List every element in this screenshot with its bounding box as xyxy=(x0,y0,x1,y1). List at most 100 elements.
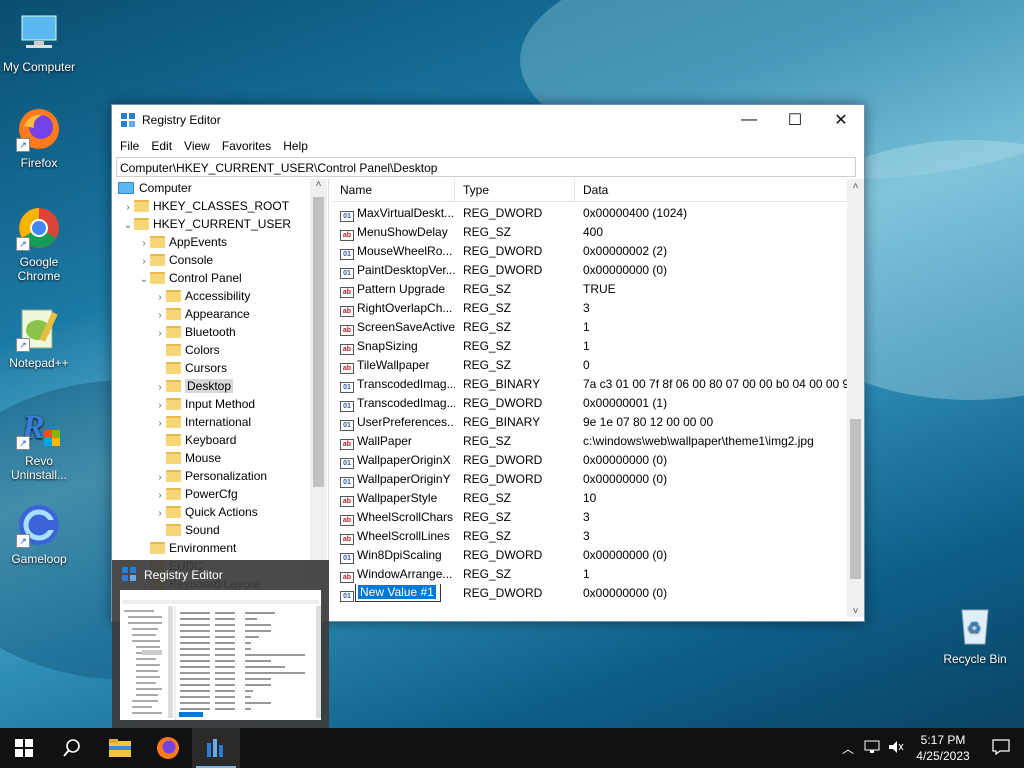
search-button[interactable] xyxy=(48,728,96,768)
values-scrollbar[interactable]: ˄ ˅ xyxy=(847,179,864,617)
rename-input[interactable]: New Value #1 xyxy=(355,584,441,602)
value-type: REG_SZ xyxy=(463,282,512,296)
tree-pane[interactable]: Computer › HKEY_CLASSES_ROOT ⌄ HKEY_CURRENT_… xyxy=(112,179,329,621)
address-bar[interactable]: Computer\HKEY_CURRENT_USER\Control Panel… xyxy=(116,157,856,177)
desktop-icon-recycle-bin[interactable]: ♻ Recycle Bin xyxy=(937,602,1013,666)
string-value-icon: ab xyxy=(340,306,354,317)
value-row[interactable]: 01 MaxVirtualDeskt... REG_DWORD 0x00000400 … xyxy=(332,204,847,223)
tree-node[interactable]: Cursors xyxy=(154,359,227,377)
maximize-button[interactable]: ☐ xyxy=(772,105,818,135)
taskbar-thumbnail-preview[interactable]: Registry Editor xyxy=(112,560,329,728)
registry-editor-window[interactable]: Registry Editor — ☐ ✕ File Edit View Fav… xyxy=(111,104,865,622)
show-hidden-icons-chevron-icon[interactable]: ︿ xyxy=(836,740,860,757)
tree-node[interactable]: Keyboard xyxy=(154,431,236,449)
tree-node-label: Control Panel xyxy=(169,271,242,285)
value-row[interactable]: 01 Win8DpiScaling REG_DWORD 0x00000000 (0) xyxy=(332,546,847,565)
tree-node[interactable]: Mouse xyxy=(154,449,221,467)
value-row[interactable]: 01 New Value #1 REG_DWORD 0x00000000 (0) xyxy=(332,584,847,603)
tree-node[interactable]: › PowerCfg xyxy=(154,485,237,503)
start-button[interactable] xyxy=(0,728,48,768)
value-row[interactable]: ab WheelScrollChars REG_SZ 3 xyxy=(332,508,847,527)
value-row[interactable]: ab TileWallpaper REG_SZ 0 xyxy=(332,356,847,375)
tree-node[interactable]: ⌄ HKEY_CURRENT_USER xyxy=(122,215,291,233)
value-row[interactable]: 01 TranscodedImag... REG_BINARY 7a c3 01 00… xyxy=(332,375,847,394)
scroll-up-icon[interactable]: ˄ xyxy=(310,179,327,190)
tree-node[interactable]: Environment xyxy=(138,539,236,557)
tree-node[interactable]: › Quick Actions xyxy=(154,503,257,521)
taskbar-firefox[interactable] xyxy=(144,728,192,768)
tree-node[interactable]: › International xyxy=(154,413,251,431)
desktop-icon-notepadpp[interactable]: ↗ Notepad++ xyxy=(1,306,77,370)
taskbar-file-explorer[interactable] xyxy=(96,728,144,768)
scrollbar-thumb[interactable] xyxy=(313,197,324,487)
title-bar[interactable]: Registry Editor — ☐ ✕ xyxy=(112,105,864,135)
taskbar-registry-editor[interactable] xyxy=(192,728,240,768)
desktop-icon-my-computer[interactable]: My Computer xyxy=(1,10,77,74)
value-row[interactable]: ab MenuShowDelay REG_SZ 400 xyxy=(332,223,847,242)
tree-node[interactable]: Computer xyxy=(118,179,192,197)
column-type-header[interactable]: Type xyxy=(455,179,575,201)
tree-node[interactable]: › Accessibility xyxy=(154,287,250,305)
value-data: 0x00000000 (0) xyxy=(583,586,668,600)
value-row[interactable]: 01 TranscodedImag... REG_DWORD 0x00000001 (… xyxy=(332,394,847,413)
value-type: REG_SZ xyxy=(463,225,512,239)
regedit-icon xyxy=(207,739,223,757)
value-row[interactable]: ab WallPaper REG_SZ c:\windows\web\wallpape… xyxy=(332,432,847,451)
network-icon[interactable] xyxy=(860,740,884,757)
notifications-icon[interactable] xyxy=(978,738,1024,758)
value-row[interactable]: ab WindowArrange... REG_SZ 1 xyxy=(332,565,847,584)
column-data-header[interactable]: Data xyxy=(575,179,855,201)
value-row[interactable]: 01 WallpaperOriginY REG_DWORD 0x00000000 (0… xyxy=(332,470,847,489)
tree-node[interactable]: › Desktop xyxy=(154,377,234,395)
value-row[interactable]: 01 UserPreferences... REG_BINARY 9e 1e 07 8… xyxy=(332,413,847,432)
tree-node-label: Environment xyxy=(169,541,237,555)
values-pane[interactable]: Name Type Data 01 MaxVirtualDeskt... REG_D… xyxy=(332,179,864,621)
desktop-icon-chrome[interactable]: ↗ Google Chrome xyxy=(1,205,77,283)
menu-favorites[interactable]: Favorites xyxy=(216,139,277,153)
tree-node[interactable]: ⌄ Control Panel xyxy=(138,269,242,287)
menu-edit[interactable]: Edit xyxy=(145,139,178,153)
tree-node[interactable]: Colors xyxy=(154,341,220,359)
value-row[interactable]: ab Pattern Upgrade REG_SZ TRUE xyxy=(332,280,847,299)
tree-node[interactable]: › Input Method xyxy=(154,395,255,413)
value-row[interactable]: 01 PaintDesktopVer... REG_DWORD 0x00000000 … xyxy=(332,261,847,280)
scroll-up-icon[interactable]: ˄ xyxy=(847,181,864,192)
value-row[interactable]: ab RightOverlapCh... REG_SZ 3 xyxy=(332,299,847,318)
tree-scrollbar[interactable]: ˄ xyxy=(310,179,327,621)
value-row[interactable]: 01 WallpaperOriginX REG_DWORD 0x00000000 (0… xyxy=(332,451,847,470)
value-row[interactable]: ab SnapSizing REG_SZ 1 xyxy=(332,337,847,356)
value-data: 3 xyxy=(583,529,590,543)
volume-muted-icon[interactable] xyxy=(884,740,908,757)
value-row[interactable]: ab WallpaperStyle REG_SZ 10 xyxy=(332,489,847,508)
folder-icon xyxy=(134,218,149,230)
desktop-icon-firefox[interactable]: ↗ Firefox xyxy=(1,106,77,170)
menu-file[interactable]: File xyxy=(114,139,145,153)
column-name-header[interactable]: Name xyxy=(332,179,455,201)
chrome-icon: ↗ xyxy=(16,205,62,251)
tree-node[interactable]: › Appearance xyxy=(154,305,249,323)
tree-node[interactable]: › AppEvents xyxy=(138,233,227,251)
value-row[interactable]: 01 MouseWheelRo... REG_DWORD 0x00000002 (2) xyxy=(332,242,847,261)
tree-node[interactable]: › Personalization xyxy=(154,467,267,485)
folder-icon xyxy=(166,398,181,410)
menu-help[interactable]: Help xyxy=(277,139,314,153)
value-row[interactable]: ab WheelScrollLines REG_SZ 3 xyxy=(332,527,847,546)
tree-node[interactable]: › Console xyxy=(138,251,213,269)
close-button[interactable]: ✕ xyxy=(818,105,864,135)
value-data: c:\windows\web\wallpaper\theme1\img2.jpg xyxy=(583,434,814,448)
scroll-down-icon[interactable]: ˅ xyxy=(847,606,864,617)
tree-node[interactable]: Sound xyxy=(154,521,220,539)
desktop-icon-gameloop[interactable]: ↗ Gameloop xyxy=(1,502,77,566)
tree-node[interactable]: › Bluetooth xyxy=(154,323,235,341)
chevron-down-icon[interactable]: ⌄ xyxy=(122,217,134,235)
scrollbar-thumb[interactable] xyxy=(850,419,861,579)
chevron-down-icon[interactable]: ⌄ xyxy=(138,271,150,289)
tree-node[interactable]: › HKEY_CLASSES_ROOT xyxy=(122,197,289,215)
folder-icon xyxy=(166,470,181,482)
clock[interactable]: 5:17 PM 4/25/2023 xyxy=(908,732,978,764)
desktop-icon-revo[interactable]: R ↗ Revo Uninstall... xyxy=(1,404,77,482)
menu-view[interactable]: View xyxy=(178,139,216,153)
binary-value-icon: 01 xyxy=(340,553,354,564)
minimize-button[interactable]: — xyxy=(726,105,772,135)
value-row[interactable]: ab ScreenSaveActive REG_SZ 1 xyxy=(332,318,847,337)
